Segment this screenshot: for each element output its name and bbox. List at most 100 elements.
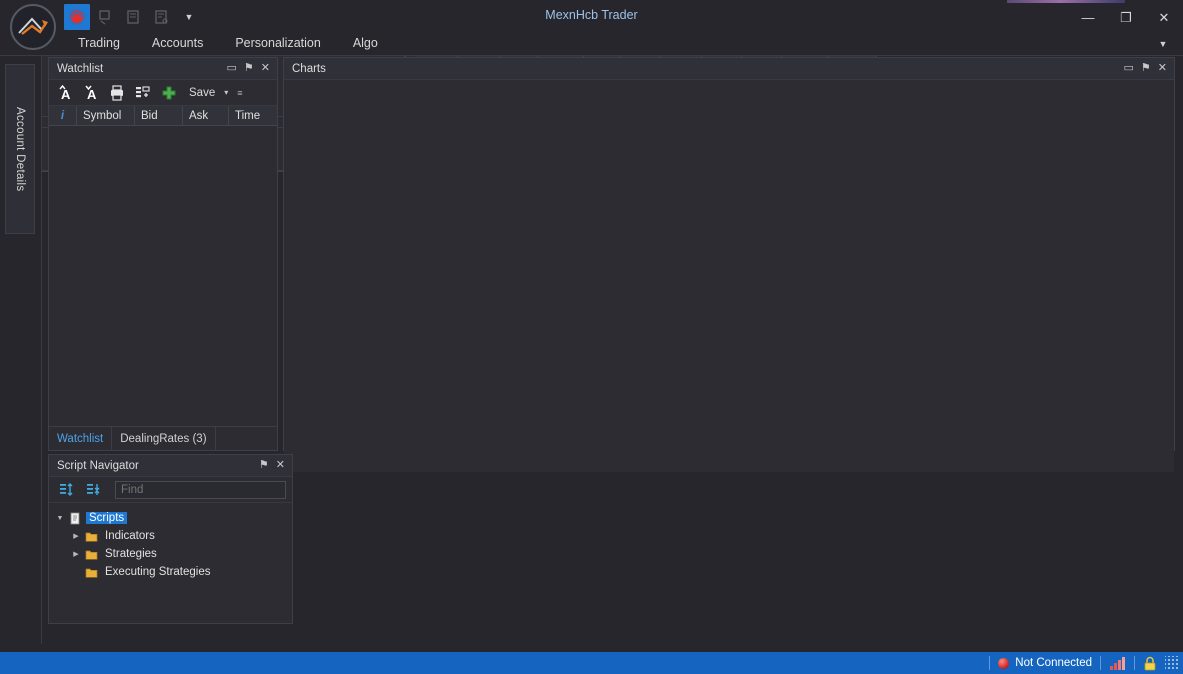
printer-icon[interactable] — [105, 82, 129, 104]
title-bar: ▼ Trading Accounts Personalization Algo … — [0, 0, 1183, 56]
ribbon-tab-trading[interactable]: Trading — [64, 33, 134, 53]
tab-dealing-rates[interactable]: DealingRates (3) — [112, 427, 216, 450]
quick-access-toolbar: ▼ — [64, 3, 202, 31]
charts-title: Charts — [292, 62, 326, 75]
script-navigator-toolbar — [49, 477, 292, 503]
status-separator — [1100, 656, 1101, 670]
left-sidebar: Account Details — [0, 56, 42, 644]
status-separator — [1134, 656, 1135, 670]
pin-icon[interactable]: ⚑ — [244, 63, 254, 74]
new-order-icon[interactable] — [92, 4, 118, 30]
ribbon-tab-trading-label: Trading — [78, 36, 120, 50]
status-bar: Not Connected — [0, 652, 1183, 674]
save-dropdown-caret-icon[interactable]: ▾ — [219, 88, 233, 97]
folder-icon — [85, 532, 98, 542]
minimize-icon: — — [1081, 9, 1095, 25]
tree-node-indicators-label: Indicators — [105, 530, 155, 542]
watchlist-header-symbol[interactable]: Symbol — [77, 106, 135, 125]
signal-bars-icon — [1110, 656, 1125, 670]
connect-icon[interactable] — [64, 4, 90, 30]
collapse-all-icon[interactable] — [82, 479, 106, 501]
script-tree: ▼ Scripts ▶ Indicators ▶ Strategies Exec… — [49, 503, 292, 581]
watchlist-rows[interactable] — [49, 126, 277, 426]
close-icon: ✕ — [1158, 9, 1170, 25]
signal-strength[interactable] — [1109, 656, 1126, 671]
tab-watchlist[interactable]: Watchlist — [49, 427, 113, 450]
close-button[interactable]: ✕ — [1145, 0, 1183, 34]
charts-header: Charts ▭ ⚑ ✕ — [284, 58, 1174, 80]
watchlist-header: Watchlist ▭ ⚑ ✕ — [49, 58, 277, 80]
padlock-icon — [1144, 656, 1156, 670]
red-sphere-icon — [998, 657, 1010, 669]
connection-status-label: Not Connected — [1015, 657, 1092, 669]
charts-canvas[interactable] — [284, 80, 1174, 472]
minimize-button[interactable]: — — [1069, 0, 1107, 34]
script-navigator-panel: Script Navigator ⚑ ✕ Find ▼ Scripts ▶ In… — [48, 454, 293, 624]
ribbon-tab-strip: Trading Accounts Personalization Algo — [64, 33, 392, 53]
script-navigator-header: Script Navigator ⚑ ✕ — [49, 455, 292, 477]
tree-node-executing-strategies-label: Executing Strategies — [105, 566, 211, 578]
tab-watchlist-label: Watchlist — [57, 432, 104, 445]
restore-icon[interactable]: ▭ — [227, 63, 237, 74]
customize-toolbar-icon[interactable]: ▼ — [176, 4, 202, 30]
watchlist-column-headers: i Symbol Bid Ask Time — [49, 106, 277, 126]
script-navigator-title: Script Navigator — [57, 459, 139, 472]
add-icon[interactable] — [157, 82, 181, 104]
toolbar-overflow-icon[interactable]: ≡ — [235, 88, 242, 98]
security-status[interactable] — [1143, 656, 1157, 671]
save-workspace-icon[interactable] — [120, 4, 146, 30]
script-file-icon — [70, 512, 80, 524]
restore-icon[interactable]: ▭ — [1124, 63, 1134, 74]
customize-toolbar-glyph: ▼ — [184, 12, 194, 22]
watchlist-title: Watchlist — [57, 62, 104, 75]
sidebar-item-account-details-label: Account Details — [14, 106, 26, 192]
tree-node-scripts[interactable]: ▼ Scripts — [55, 509, 292, 527]
columns-icon[interactable] — [131, 82, 155, 104]
connection-status[interactable]: Not Connected — [998, 657, 1092, 669]
tree-node-scripts-label: Scripts — [86, 512, 128, 524]
chevron-down-icon: ▼ — [1158, 39, 1168, 49]
increase-font-icon[interactable]: A — [53, 82, 77, 104]
maximize-icon: ❐ — [1120, 9, 1132, 25]
ribbon-tab-accounts[interactable]: Accounts — [138, 33, 217, 53]
close-icon[interactable]: ✕ — [1158, 63, 1167, 74]
folder-icon — [85, 550, 98, 560]
save-button[interactable]: Save — [183, 87, 217, 99]
chevron-down-icon[interactable]: ▼ — [55, 515, 65, 522]
ribbon-tab-algo-label: Algo — [352, 36, 378, 50]
tree-node-executing-strategies[interactable]: Executing Strategies — [55, 563, 292, 581]
charts-panel: Charts ▭ ⚑ ✕ — [283, 57, 1175, 472]
tree-node-indicators[interactable]: ▶ Indicators — [55, 527, 292, 545]
chevron-right-icon[interactable]: ▶ — [71, 532, 81, 540]
ribbon-tab-algo[interactable]: Algo — [339, 33, 392, 53]
application-window: ▼ Trading Accounts Personalization Algo … — [0, 0, 1183, 674]
app-logo — [10, 4, 56, 50]
save-as-workspace-icon[interactable] — [148, 4, 174, 30]
close-icon[interactable]: ✕ — [276, 460, 285, 471]
watchlist-header-time[interactable]: Time — [229, 106, 277, 125]
pin-icon[interactable]: ⚑ — [1141, 63, 1151, 74]
ribbon-tab-personalization-label: Personalization — [235, 36, 321, 50]
watchlist-tab-strip: Watchlist DealingRates (3) — [49, 426, 277, 450]
decrease-font-icon[interactable]: A — [79, 82, 103, 104]
ribbon-expand-button[interactable]: ▼ — [1153, 36, 1173, 52]
maximize-button[interactable]: ❐ — [1107, 0, 1145, 34]
tree-node-strategies[interactable]: ▶ Strategies — [55, 545, 292, 563]
tree-node-strategies-label: Strategies — [105, 548, 157, 560]
script-search-input[interactable] — [115, 480, 286, 499]
tab-dealing-rates-label: DealingRates (3) — [120, 432, 207, 445]
close-icon[interactable]: ✕ — [261, 63, 270, 74]
watchlist-header-ask[interactable]: Ask — [183, 106, 229, 125]
watchlist-toolbar: A A Save ▾ ≡ — [49, 80, 277, 106]
ribbon-tab-personalization[interactable]: Personalization — [221, 33, 334, 53]
watchlist-panel: Watchlist ▭ ⚑ ✕ A A Save ▾ ≡ i Symbol Bi… — [48, 57, 278, 451]
status-separator — [989, 656, 991, 670]
sidebar-item-account-details[interactable]: Account Details — [5, 64, 35, 234]
pin-icon[interactable]: ⚑ — [259, 460, 269, 471]
ribbon-tab-accounts-label: Accounts — [151, 36, 204, 50]
watchlist-header-bid[interactable]: Bid — [135, 106, 183, 125]
watchlist-header-info[interactable]: i — [49, 106, 77, 125]
resize-grip-icon[interactable] — [1165, 656, 1179, 670]
chevron-right-icon[interactable]: ▶ — [71, 550, 81, 558]
expand-all-icon[interactable] — [55, 479, 79, 501]
